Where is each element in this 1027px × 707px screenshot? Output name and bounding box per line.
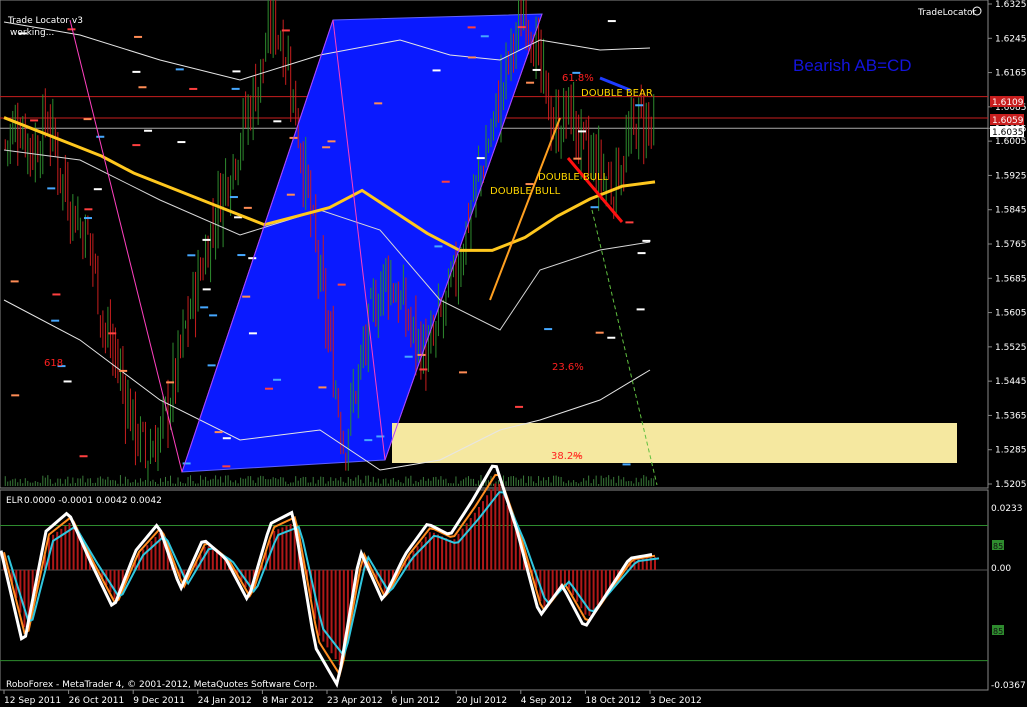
price-tag-1: 1.6109: [992, 98, 1024, 108]
pattern-label-double-bull-1: DOUBLE BULL: [538, 172, 609, 183]
indicator-name: Trade Locator v3: [7, 16, 83, 26]
pattern-label-double-bull-2: DOUBLE BULL: [490, 186, 561, 197]
osc-level-tag-lower: 85: [993, 627, 1003, 636]
time-axis: 12 Sep 2011 26 Oct 2011 9 Dec 2011 24 Jan 2…: [3, 690, 702, 706]
fib-label-382: 38.2%: [551, 451, 583, 462]
time-tick-label: 24 Jan 2012: [198, 696, 252, 706]
time-tick-label: 3 Dec 2012: [650, 696, 702, 706]
price-tick-label: 1.5445: [995, 377, 1027, 387]
footer-copyright: RoboForex - MetaTrader 4, © 2001-2012, M…: [6, 680, 318, 690]
indicator-status: working...: [10, 28, 54, 38]
tradelocator-label: TradeLocator: [917, 8, 977, 18]
time-tick-label: 12 Sep 2011: [4, 696, 61, 706]
time-tick-label: 26 Oct 2011: [69, 696, 125, 706]
target-zone: [392, 423, 957, 463]
price-tick-label: 1.6245: [995, 34, 1027, 44]
time-tick-label: 6 Jun 2012: [392, 696, 440, 706]
osc-tick-bottom: -0.0367: [991, 681, 1026, 691]
time-tick-label: 20 Jul 2012: [456, 696, 507, 706]
price-tick-label: 1.6165: [995, 69, 1027, 79]
price-tick-label: 1.6325: [995, 0, 1027, 10]
trading-chart: 1.63251.62451.61651.60851.60351.60051.59…: [0, 0, 1027, 706]
price-tick-label: 1.5365: [995, 411, 1027, 421]
price-tick-label: 1.5845: [995, 206, 1027, 216]
time-tick-label: 18 Oct 2012: [585, 696, 641, 706]
price-tick-label: 1.6005: [995, 137, 1027, 147]
price-tag-3: 1.6035: [992, 128, 1024, 138]
time-tick-label: 9 Dec 2011: [133, 696, 185, 706]
osc-level-tag-upper: 85: [993, 542, 1003, 551]
price-tag-2: 1.6059: [992, 116, 1024, 126]
time-tick-label: 8 Mar 2012: [262, 696, 313, 706]
time-tick-label: 23 Apr 2012: [327, 696, 383, 706]
price-tick-label: 1.5525: [995, 343, 1027, 353]
time-tick-label: 4 Sep 2012: [521, 696, 572, 706]
price-tick-label: 1.5285: [995, 446, 1027, 456]
oscillator-values: 0.0000 -0.0001 0.0042 0.0042: [24, 496, 162, 506]
osc-tick-zero: 0.00: [991, 564, 1011, 574]
price-tick-label: 1.5605: [995, 309, 1027, 319]
oscillator-name: ELR: [6, 496, 23, 506]
pattern-label-double-bear: DOUBLE BEAR: [581, 88, 653, 99]
price-tick-label: 1.5765: [995, 240, 1027, 250]
oscillator-frame: [0, 489, 989, 691]
price-axis: 1.63251.62451.61651.60851.60351.60051.59…: [988, 0, 1027, 490]
pattern-title: Bearish AB=CD: [793, 56, 912, 75]
fib-label-236: 23.6%: [552, 362, 584, 373]
fib-label-618-left: 618: [44, 358, 63, 369]
fib-label-618-top: 61.8%: [562, 73, 594, 84]
osc-tick-top: 0.0233: [991, 504, 1023, 514]
price-tick-label: 1.5925: [995, 171, 1027, 181]
price-tick-label: 1.5685: [995, 274, 1027, 284]
price-tick-label: 1.5205: [995, 480, 1027, 490]
